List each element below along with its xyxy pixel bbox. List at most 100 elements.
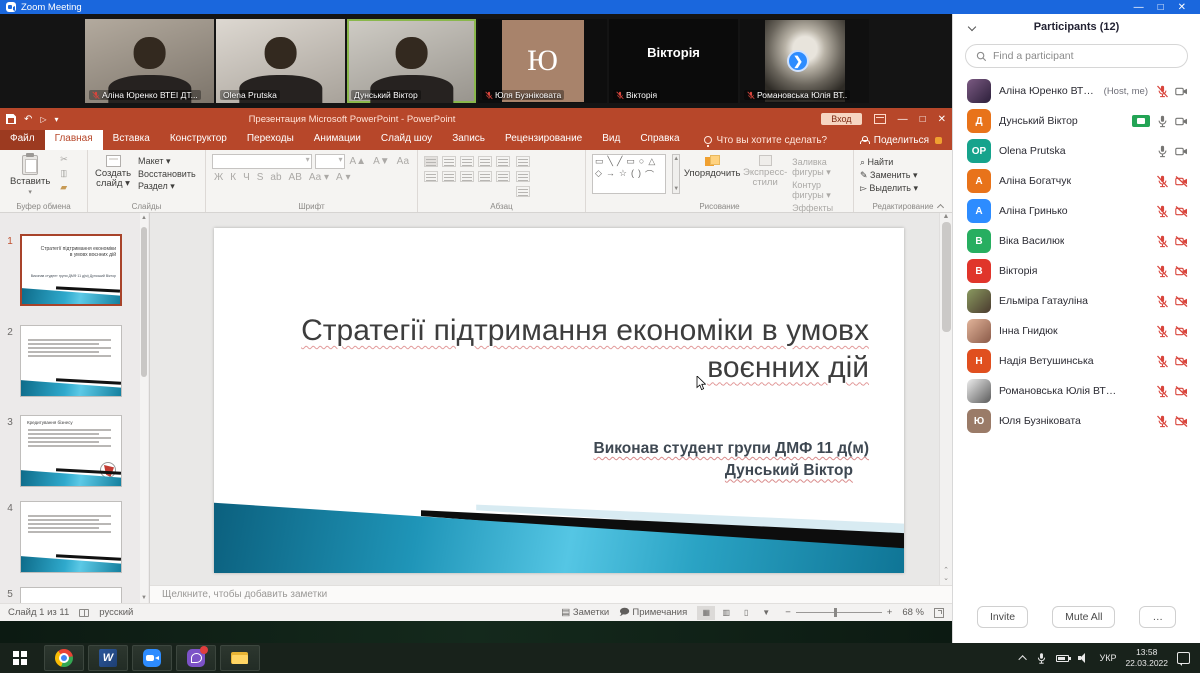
participant-row[interactable]: В Вікторія [953, 256, 1200, 286]
find-button[interactable]: ⌕ Найти [860, 157, 918, 168]
video-tile[interactable]: Дунський Віктор [347, 19, 476, 103]
shape-glyph[interactable]: ▭ [595, 156, 604, 167]
shapes-gallery-scrollbar[interactable]: ▲▼ [672, 154, 680, 194]
action-center-icon[interactable] [1177, 652, 1190, 664]
reading-view-icon[interactable]: ▯ [737, 606, 755, 620]
section-button[interactable]: Раздел ▾ [138, 181, 196, 192]
more-options-button[interactable]: … [1139, 606, 1176, 628]
font-style-button[interactable]: Аа ▾ [307, 172, 331, 183]
slide-thumbnail[interactable]: 1 Стратегії підтримання економіки в умов… [0, 234, 140, 306]
maximize-button[interactable]: □ [1158, 2, 1164, 13]
notes-pane[interactable]: Щелкните, чтобы добавить заметки [150, 585, 952, 603]
shape-glyph[interactable]: ( [631, 168, 634, 181]
taskbar-app-button[interactable] [88, 645, 128, 671]
language-indicator[interactable]: русский [99, 607, 133, 618]
ppt-close-button[interactable]: ✕ [938, 114, 946, 125]
align-right-icon[interactable] [460, 171, 474, 182]
font-style-button[interactable]: АВ [287, 172, 304, 183]
taskbar-app-button[interactable] [132, 645, 172, 671]
notes-toggle-button[interactable]: ▤ Заметки [561, 607, 609, 618]
chevron-down-icon[interactable] [968, 23, 976, 31]
share-button[interactable]: Поделиться [874, 135, 929, 146]
increase-indent-icon[interactable] [478, 156, 492, 167]
arrange-button[interactable]: Упорядочить [686, 154, 738, 180]
quick-styles-button[interactable]: Экспресс-стили [744, 154, 786, 190]
layout-button[interactable]: Макет ▾ [138, 156, 196, 167]
collapse-ribbon-icon[interactable] [938, 202, 948, 210]
align-left-icon[interactable] [424, 171, 438, 182]
save-icon[interactable] [6, 114, 16, 124]
shape-glyph[interactable]: ○ [639, 156, 644, 167]
line-spacing-icon[interactable] [496, 156, 510, 167]
participant-row[interactable]: Д Дунський Віктор [953, 106, 1200, 136]
ppt-minimize-button[interactable]: — [898, 114, 908, 125]
shape-glyph[interactable]: → [606, 168, 615, 181]
clear-formatting-icon[interactable]: Аа [395, 156, 411, 167]
ribbon-tab[interactable]: Анимации [304, 130, 371, 150]
tell-me-box[interactable]: Что вы хотите сделать? [704, 130, 828, 150]
next-page-arrow-button[interactable]: ❯ [787, 50, 809, 72]
battery-icon[interactable] [1056, 655, 1069, 662]
font-style-button[interactable]: ab [268, 172, 283, 183]
slide-thumbnail[interactable]: 5 [0, 587, 140, 603]
align-text-icon[interactable] [516, 171, 530, 182]
editor-scrollbar[interactable]: ▲ ⌃ ⌄ [939, 213, 952, 585]
shape-outline-button[interactable]: Контур фигуры ▾ [792, 180, 847, 201]
shapes-gallery[interactable]: ▭ ╲ ╱ ▭ ○ △ ◇ → ☆ ( [592, 154, 666, 194]
mute-all-button[interactable]: Mute All [1052, 606, 1115, 628]
hidden-icons-chevron-icon[interactable] [1019, 655, 1027, 663]
shape-glyph[interactable]: ╲ [608, 156, 613, 167]
next-slide-button[interactable]: ⌄ [943, 574, 949, 582]
shrink-font-icon[interactable]: А▼ [371, 156, 392, 167]
reset-button[interactable]: Восстановить [138, 169, 196, 179]
previous-slide-button[interactable]: ⌃ [943, 566, 949, 574]
ribbon-tab[interactable]: Рецензирование [495, 130, 592, 150]
start-slideshow-icon[interactable]: ▷ [40, 115, 46, 124]
ribbon-tab[interactable]: Слайд шоу [371, 130, 442, 150]
shape-glyph[interactable]: ) [638, 168, 641, 181]
shape-glyph[interactable]: ▭ [626, 156, 635, 167]
participant-row[interactable]: В Віка Василюк [953, 226, 1200, 256]
format-painter-icon[interactable]: ▰ [60, 182, 68, 193]
slide-sorter-view-icon[interactable]: ▥ [717, 606, 735, 620]
participant-row[interactable]: OP Olena Prutska [953, 136, 1200, 166]
participant-row[interactable]: Ельміра Гатауліна [953, 286, 1200, 316]
slide-thumbnail-preview[interactable] [20, 325, 122, 397]
columns-icon[interactable] [496, 171, 510, 182]
fit-slide-to-window-icon[interactable] [934, 608, 944, 618]
shape-glyph[interactable]: △ [648, 156, 655, 167]
font-name-input[interactable] [212, 154, 312, 169]
zoom-level-label[interactable]: 68 % [902, 607, 924, 618]
font-style-button[interactable]: А ▾ [334, 172, 352, 183]
shape-glyph[interactable]: ☆ [619, 168, 627, 181]
comments-toggle-button[interactable]: 🗩 Примечания [619, 605, 687, 621]
invite-button[interactable]: Invite [977, 606, 1028, 628]
undo-icon[interactable]: ↶ [24, 114, 32, 125]
slide-thumbnail-preview[interactable]: Стратегії підтримання економіки в умовх … [20, 234, 122, 306]
ribbon-tab[interactable]: Вид [592, 130, 630, 150]
zoom-slider-handle[interactable] [834, 608, 837, 617]
copy-icon[interactable]: ▯▯ [60, 168, 68, 179]
spellcheck-icon[interactable] [79, 609, 89, 617]
slide-thumbnail[interactable]: 4 [0, 501, 140, 573]
select-button[interactable]: ▻ Выделить ▾ [860, 183, 918, 194]
clock[interactable]: 13:58 22.03.2022 [1125, 647, 1168, 668]
slide-thumbnail-preview[interactable] [20, 501, 122, 573]
video-tile[interactable]: Вікторія Вікторія [609, 19, 738, 103]
replace-button[interactable]: ✎ Заменить ▾ [860, 170, 918, 181]
video-tile[interactable]: Ю Юля Бузніковата [478, 19, 607, 103]
cut-icon[interactable]: ✂ [60, 154, 68, 165]
ribbon-tab[interactable]: Главная [45, 130, 103, 150]
slide-thumbnail[interactable]: 3 Кредитування бізнесу [0, 415, 140, 487]
font-size-input[interactable] [315, 154, 345, 169]
ribbon-tab[interactable]: Запись [442, 130, 495, 150]
shape-glyph[interactable]: ◇ [595, 168, 602, 181]
slideshow-view-icon[interactable]: ▼ [757, 606, 775, 620]
font-style-button[interactable]: S [255, 172, 266, 183]
participant-row[interactable]: Аліна Юренко ВТЕІ ДТ... (Host, me) [953, 76, 1200, 106]
participant-row[interactable]: А Аліна Гринько [953, 196, 1200, 226]
zoom-in-button[interactable]: + [887, 607, 893, 618]
ribbon-tab[interactable]: Переходы [237, 130, 304, 150]
taskbar-app-button[interactable] [176, 645, 216, 671]
tray-mic-icon[interactable] [1036, 652, 1047, 665]
